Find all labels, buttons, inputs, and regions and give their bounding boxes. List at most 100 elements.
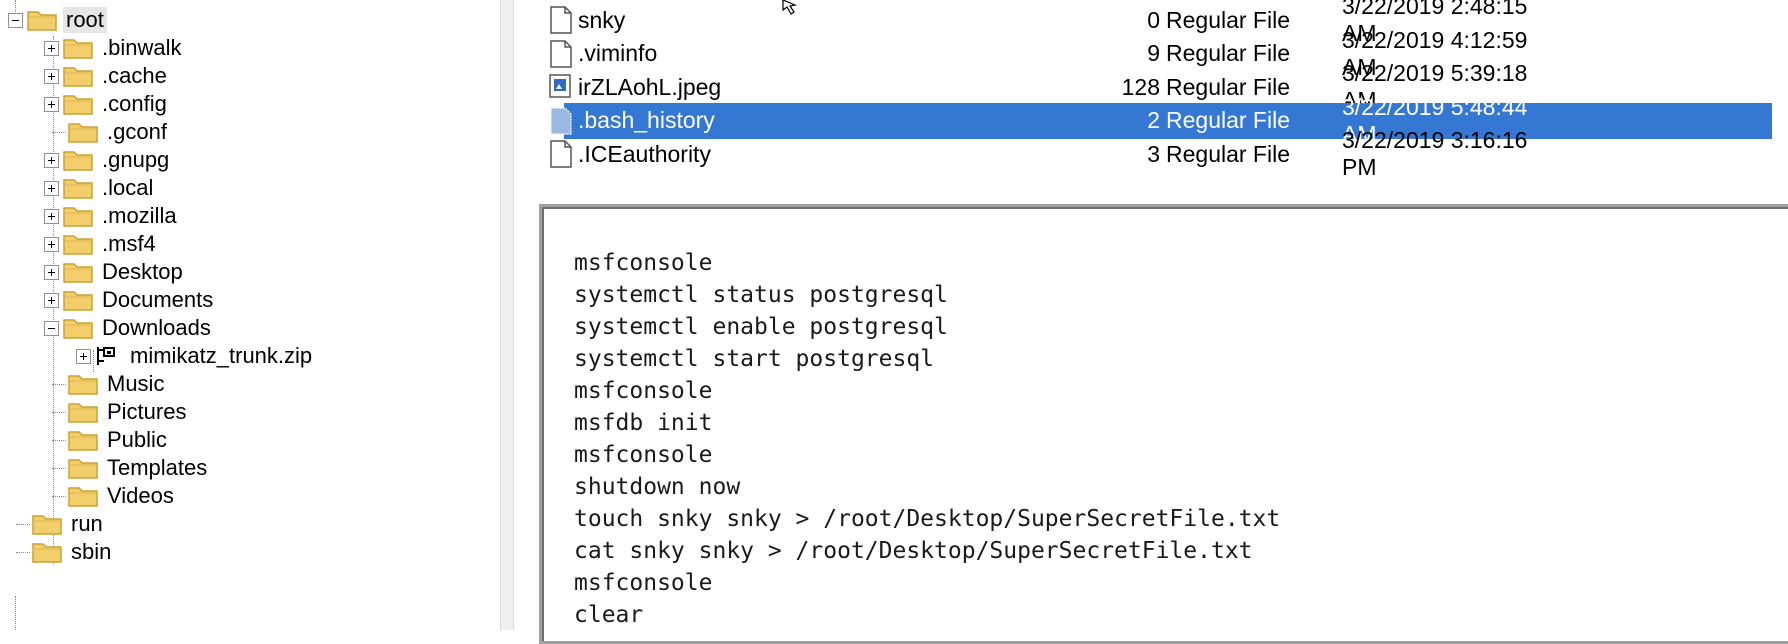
folder-icon (63, 319, 93, 339)
tree-item-label: Pictures (107, 399, 187, 424)
expand-icon[interactable] (44, 292, 59, 308)
content-line: touch snky snky > /root/Desktop/SuperSec… (574, 506, 1281, 532)
file-icon (550, 39, 572, 68)
tree-item-label: Downloads (102, 315, 211, 340)
expand-icon[interactable] (44, 180, 59, 196)
file-name: snky (578, 6, 626, 33)
file-icon (550, 106, 572, 135)
file-name: .viminfo (578, 40, 658, 66)
pane-splitter[interactable] (500, 0, 514, 630)
tree-item-label: .msf4 (102, 231, 156, 256)
tree-item-label: .gnupg (102, 147, 170, 172)
tree-item-label: root (63, 7, 107, 33)
image-file-icon (549, 74, 571, 98)
tree-item-label: Documents (102, 287, 214, 312)
file-type: Regular File (1166, 40, 1290, 66)
file-size: 0 (1147, 6, 1160, 33)
file-size: 9 (1147, 40, 1160, 66)
tree-item-label: .mozilla (102, 203, 177, 228)
tree-item-label: .binwalk (102, 35, 182, 60)
folder-icon (63, 235, 93, 255)
tree-item-label: Desktop (102, 259, 183, 284)
tree-connector (52, 439, 66, 441)
folder-icon (63, 67, 93, 87)
expand-icon[interactable] (44, 152, 59, 168)
folder-tree[interactable]: root .binwalk .cache .config .gconf .gnupg .l… (0, 0, 500, 630)
file-size: 128 (1121, 73, 1160, 100)
folder-icon (63, 207, 93, 227)
file-row[interactable]: .ICEauthority 3 Regular File 3/22/2019 3:16… (548, 127, 1548, 180)
tree-connector (52, 131, 66, 133)
folder-icon (63, 179, 93, 199)
content-line: systemctl status postgresql (574, 282, 948, 308)
expand-icon[interactable] (44, 208, 59, 224)
content-line: msfconsole (574, 570, 713, 596)
content-line: shutdown now (574, 474, 741, 500)
tree-connector (16, 523, 30, 525)
tree-item-label: .config (102, 91, 167, 116)
expand-icon[interactable] (44, 96, 59, 112)
folder-icon (68, 375, 98, 395)
folder-icon (27, 11, 57, 31)
tree-item-folder[interactable]: sbin (8, 536, 114, 568)
content-line: cat snky snky > /root/Desktop/SuperSecre… (574, 538, 1253, 564)
content-line: msfdb init (574, 410, 713, 436)
folder-icon (63, 39, 93, 59)
file-content-text: msfconsole systemctl status postgresql sys… (574, 247, 1280, 631)
folder-icon (32, 515, 62, 535)
file-size: 3 (1147, 140, 1160, 167)
file-type: Regular File (1166, 107, 1290, 133)
folder-icon (68, 459, 98, 479)
tree-item-label: mimikatz_trunk.zip (130, 343, 313, 368)
tree-item-label: sbin (71, 539, 112, 564)
folder-icon (63, 95, 93, 115)
tree-connector (52, 495, 66, 497)
file-icon (550, 6, 572, 34)
folder-icon (68, 403, 98, 423)
file-type: Regular File (1166, 6, 1290, 33)
tree-item-label: Videos (107, 483, 174, 508)
expand-icon[interactable] (76, 348, 91, 364)
folder-icon (68, 123, 98, 143)
file-icon (550, 140, 572, 168)
content-line: systemctl enable postgresql (574, 314, 948, 340)
file-type: Regular File (1166, 73, 1290, 100)
expand-icon[interactable] (44, 40, 59, 56)
folder-icon (68, 487, 98, 507)
tree-connector (52, 383, 66, 385)
collapse-icon[interactable] (44, 320, 59, 336)
tree-item-label: Music (107, 371, 165, 396)
folder-icon (63, 151, 93, 171)
collapse-icon[interactable] (8, 12, 23, 28)
expand-icon[interactable] (44, 236, 59, 252)
tree-connector (52, 411, 66, 413)
file-name: .ICEauthority (578, 140, 711, 167)
file-size: 2 (1147, 107, 1160, 133)
expand-icon[interactable] (44, 264, 59, 280)
tree-item-label: Templates (107, 455, 208, 480)
file-name: irZLAohL.jpeg (578, 73, 722, 100)
content-line: clear (574, 602, 644, 628)
file-name: .bash_history (578, 107, 715, 133)
tree-connector (52, 467, 66, 469)
archive-icon (97, 347, 115, 365)
folder-icon (63, 291, 93, 311)
file-list[interactable]: snky 0 Regular File 3/22/2019 2:48:15 AM .vi… (514, 0, 1788, 198)
content-line: msfconsole (574, 378, 713, 404)
expand-icon[interactable] (44, 68, 59, 84)
folder-icon (68, 431, 98, 451)
content-line: msfconsole (574, 250, 713, 276)
file-modified-date: 3/22/2019 3:16:16 PM (1342, 127, 1528, 180)
tree-connector (15, 596, 16, 630)
tree-item-label: .cache (102, 63, 167, 88)
tree-item-label: .gconf (107, 119, 167, 144)
tree-connector (16, 551, 30, 553)
tree-item-label: Public (107, 427, 167, 452)
file-content-viewer[interactable]: msfconsole systemctl status postgresql sys… (539, 204, 1788, 644)
folder-icon (63, 263, 93, 283)
content-line: msfconsole (574, 442, 713, 468)
folder-icon (32, 543, 62, 563)
tree-item-label: run (71, 511, 103, 536)
file-type: Regular File (1166, 140, 1290, 167)
tree-item-label: .local (102, 175, 154, 200)
